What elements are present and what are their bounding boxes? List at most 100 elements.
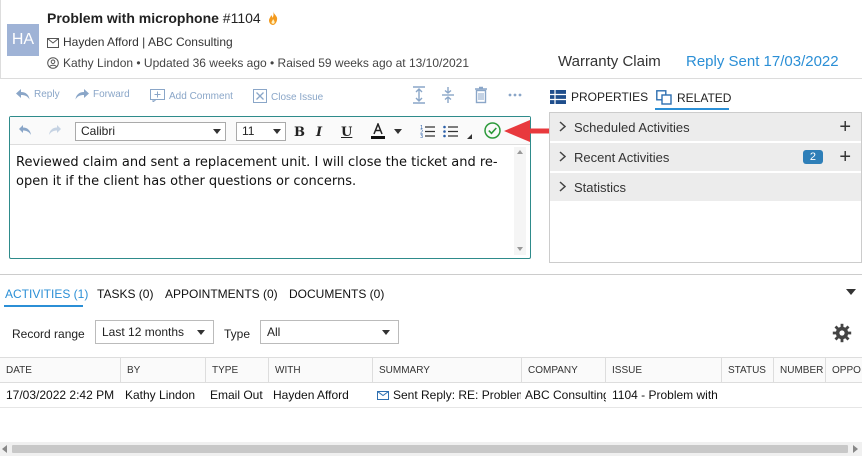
section-statistics[interactable]: Statistics bbox=[550, 173, 861, 202]
column-header-with[interactable]: WITH bbox=[269, 358, 373, 382]
scroll-right-icon[interactable] bbox=[853, 445, 858, 453]
table-row[interactable]: 17/03/2022 2:42 PM Kathy Lindon Email Ou… bbox=[0, 383, 862, 407]
add-comment-icon bbox=[150, 89, 165, 104]
chevron-right-icon bbox=[559, 121, 566, 132]
cell-summary-text: Sent Reply: RE: Problem bbox=[393, 388, 521, 402]
close-issue-button[interactable]: Close Issue bbox=[253, 89, 323, 103]
cell-date: 17/03/2022 2:42 PM bbox=[6, 388, 115, 402]
scrollbar-thumb[interactable] bbox=[12, 445, 848, 453]
reply-button[interactable]: Reply bbox=[16, 89, 60, 100]
trash-icon[interactable] bbox=[474, 86, 488, 104]
font-family-select[interactable]: Calibri bbox=[75, 122, 226, 141]
font-size-select[interactable]: 11 bbox=[236, 122, 286, 141]
scroll-left-icon[interactable] bbox=[2, 445, 7, 453]
avatar: HA bbox=[7, 24, 39, 56]
type-filter-select[interactable]: All bbox=[260, 320, 399, 344]
italic-icon[interactable]: I bbox=[316, 125, 322, 140]
column-header-date[interactable]: DATE bbox=[0, 358, 121, 382]
column-header-issue[interactable]: ISSUE bbox=[606, 358, 722, 382]
tab-properties-label: PROPERTIES bbox=[571, 90, 649, 104]
user-icon bbox=[47, 57, 59, 69]
cell-company: ABC Consulting bbox=[525, 388, 606, 402]
cell-summary: Sent Reply: RE: Problem bbox=[377, 388, 521, 402]
save-check-icon[interactable] bbox=[484, 122, 501, 139]
flame-icon bbox=[268, 11, 277, 25]
cell-type: Email Out bbox=[210, 388, 263, 402]
gear-icon[interactable] bbox=[832, 323, 852, 343]
forward-label: Forward bbox=[93, 89, 130, 100]
row-divider bbox=[0, 407, 862, 408]
properties-icon bbox=[550, 90, 566, 104]
chevron-right-icon bbox=[559, 151, 566, 162]
related-panel: Scheduled Activities + Recent Activities… bbox=[549, 112, 862, 263]
email-icon bbox=[47, 38, 59, 48]
forward-button[interactable]: Forward bbox=[75, 89, 130, 100]
column-header-company[interactable]: COMPANY bbox=[522, 358, 606, 382]
add-comment-button[interactable]: Add Comment bbox=[150, 89, 233, 104]
record-range-label: Record range bbox=[12, 327, 85, 341]
column-header-by[interactable]: BY bbox=[121, 358, 206, 382]
section-label: Scheduled Activities bbox=[574, 120, 690, 135]
column-header-number[interactable]: NUMBER bbox=[774, 358, 826, 382]
status-badge: Reply Sent 17/03/2022 bbox=[686, 53, 839, 70]
tab-appointments[interactable]: APPOINTMENTS (0) bbox=[165, 287, 278, 301]
scroll-down-icon[interactable] bbox=[517, 247, 523, 251]
related-icon bbox=[656, 90, 672, 105]
redo-icon[interactable] bbox=[48, 124, 62, 136]
column-header-opportunity[interactable]: OPPO bbox=[826, 358, 862, 382]
expand-vertical-icon[interactable] bbox=[412, 86, 426, 104]
chevron-down-icon bbox=[382, 330, 390, 335]
email-icon bbox=[377, 391, 389, 400]
right-panel-tabs: PROPERTIES RELATED bbox=[550, 86, 862, 110]
list-dropdown-icon[interactable] bbox=[467, 134, 472, 139]
cell-with: Hayden Afford bbox=[273, 388, 349, 402]
tab-related[interactable]: RELATED bbox=[656, 90, 731, 105]
action-toolbar: Reply Forward Add Comment Close Issue bbox=[0, 80, 542, 112]
section-scheduled-activities[interactable]: Scheduled Activities + bbox=[550, 113, 861, 142]
contact-line: Hayden Afford | ABC Consulting bbox=[47, 35, 233, 49]
record-range-select[interactable]: Last 12 months bbox=[95, 320, 214, 344]
contact-text[interactable]: Hayden Afford | ABC Consulting bbox=[63, 35, 233, 49]
more-icon[interactable] bbox=[508, 93, 522, 97]
plus-icon[interactable]: + bbox=[839, 146, 851, 169]
ticket-header: HA Problem with microphone #1104 Hayden … bbox=[0, 0, 862, 79]
tab-properties[interactable]: PROPERTIES bbox=[550, 90, 648, 104]
type-filter-value: All bbox=[267, 325, 281, 339]
editor-scrollbar[interactable] bbox=[514, 147, 526, 255]
column-header-status[interactable]: STATUS bbox=[722, 358, 774, 382]
font-color-icon[interactable] bbox=[371, 123, 385, 139]
comment-editor[interactable]: Calibri 11 B I U 123 Reviewed claim and … bbox=[9, 116, 531, 259]
section-label: Statistics bbox=[574, 180, 627, 195]
editor-text[interactable]: Reviewed claim and sent a replacement un… bbox=[16, 153, 512, 191]
plus-icon[interactable]: + bbox=[839, 116, 851, 139]
section-recent-activities[interactable]: Recent Activities 2 + bbox=[550, 143, 861, 172]
bold-icon[interactable]: B bbox=[294, 125, 305, 140]
close-issue-label: Close Issue bbox=[271, 92, 324, 103]
scroll-up-icon[interactable] bbox=[517, 150, 523, 154]
tab-activities[interactable]: ACTIVITIES (1) bbox=[5, 287, 88, 301]
horizontal-scrollbar[interactable] bbox=[0, 442, 862, 456]
font-color-dropdown-icon[interactable] bbox=[394, 129, 402, 134]
chevron-down-icon bbox=[213, 129, 221, 134]
tab-related-label: RELATED bbox=[677, 91, 732, 105]
collapse-vertical-icon[interactable] bbox=[441, 86, 455, 104]
tab-active-underline bbox=[4, 305, 83, 307]
column-header-summary[interactable]: SUMMARY bbox=[373, 358, 522, 382]
add-comment-label: Add Comment bbox=[169, 91, 233, 102]
issue-type: Warranty Claim bbox=[558, 53, 661, 70]
count-badge: 2 bbox=[802, 150, 823, 164]
cell-by: Kathy Lindon bbox=[125, 388, 196, 402]
bullet-list-icon[interactable] bbox=[443, 124, 458, 138]
collapse-panel-icon[interactable] bbox=[846, 289, 856, 295]
chevron-down-icon bbox=[197, 330, 205, 335]
numbered-list-icon[interactable]: 123 bbox=[420, 124, 435, 138]
tab-documents[interactable]: DOCUMENTS (0) bbox=[289, 287, 384, 301]
record-range-value: Last 12 months bbox=[102, 325, 185, 339]
tab-tasks[interactable]: TASKS (0) bbox=[97, 287, 153, 301]
section-label: Recent Activities bbox=[574, 150, 670, 165]
undo-icon[interactable] bbox=[18, 124, 32, 136]
font-family-value: Calibri bbox=[81, 124, 116, 138]
column-header-type[interactable]: TYPE bbox=[206, 358, 269, 382]
underline-icon[interactable]: U bbox=[341, 125, 352, 140]
svg-text:3: 3 bbox=[420, 134, 423, 138]
